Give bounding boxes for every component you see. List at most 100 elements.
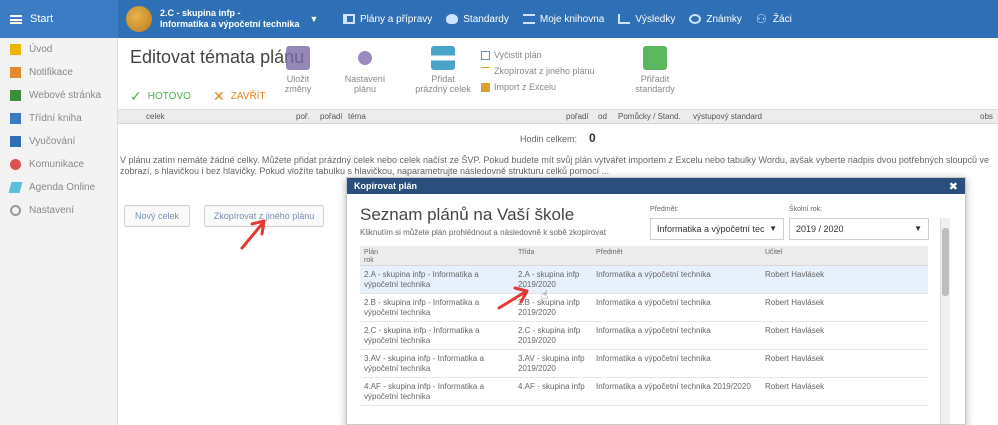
sidebar-item-website[interactable]: Webové stránka <box>0 84 117 107</box>
col-plan[interactable]: Plán rok <box>364 249 514 265</box>
sidebar-item-communication[interactable]: Komunikace <box>0 153 117 176</box>
plan-settings-button[interactable]: Nastavení plánu <box>340 46 390 94</box>
sidebar: Úvod Notifikace Webové stránka Třídní kn… <box>0 38 118 425</box>
assign-standards-button[interactable]: Přiřadit standardy <box>630 46 680 94</box>
close-button[interactable]: ✕ ZAVŘÍT <box>213 88 266 105</box>
col-order[interactable]: poř. <box>296 112 310 121</box>
table-row[interactable]: 3.AV - skupina infp - Informatika a výpo… <box>360 350 928 378</box>
row-plan: 2.B - skupina infp - Informatika a výpoč… <box>364 298 480 317</box>
clear-plan-button[interactable]: Vyčistit plán <box>481 50 542 60</box>
row-subject: Informatika a výpočetní technika <box>596 326 711 335</box>
sidebar-item-settings[interactable]: Nastavení <box>0 199 117 222</box>
settings-icon <box>353 46 377 70</box>
save-line-2: změny <box>284 84 312 94</box>
add-empty-unit-button[interactable]: Přidat prázdný celek <box>413 46 473 94</box>
clear-icon <box>481 50 490 60</box>
copy-icon <box>481 66 490 76</box>
top-navigation: Start 2.C - skupina infp - Informatika a… <box>0 0 998 38</box>
sidebar-item-label: Agenda Online <box>29 182 96 193</box>
nav-results[interactable]: Výsledky <box>618 14 675 25</box>
settings-line-1: Nastavení <box>344 74 386 84</box>
dialog-scrollbar[interactable] <box>940 218 950 424</box>
row-class: 4.AF - skupina infp <box>518 382 585 391</box>
dialog-title: Kopírovat plán <box>354 181 418 191</box>
sidebar-item-teaching[interactable]: Vyučování <box>0 130 117 153</box>
nav-standards[interactable]: Standardy <box>446 14 509 25</box>
col-subject[interactable]: Předmět <box>596 249 766 257</box>
notification-icon <box>10 67 21 78</box>
table-row[interactable]: 2.B - skupina infp - Informatika a výpoč… <box>360 294 928 322</box>
col-from[interactable]: od <box>598 112 607 121</box>
settings-line-2: plánu <box>353 84 377 94</box>
table-row[interactable]: 2.A - skupina infp - Informatika a výpoč… <box>360 266 928 294</box>
plan-table-header: celek poř. pořadí téma pořadí od Pomůcky… <box>118 110 998 124</box>
library-icon <box>522 14 535 24</box>
plan-icon <box>343 14 355 24</box>
plan-toolbar: Editovat témata plánu ✓ HOTOVO ✕ ZAVŘÍT Ul… <box>118 38 998 110</box>
done-button[interactable]: ✓ HOTOVO <box>130 88 191 105</box>
sidebar-item-home[interactable]: Úvod <box>0 38 117 61</box>
info-line-1: V plánu zatím nemáte žádné celky. Můžete… <box>120 155 989 165</box>
col-lesson[interactable]: pořadí <box>320 112 343 121</box>
chevron-down-icon: ▼ <box>914 224 922 233</box>
col-date[interactable]: pořadí <box>566 112 589 121</box>
sidebar-item-notifications[interactable]: Notifikace <box>0 61 117 84</box>
sidebar-item-label: Webové stránka <box>29 90 102 101</box>
year-value: 2019 / 2020 <box>796 224 844 234</box>
row-teacher: Robert Havlásek <box>765 270 825 279</box>
col-output[interactable]: výstupový standard <box>693 112 762 121</box>
nav-grades[interactable]: Známky <box>689 14 742 25</box>
save-changes-button[interactable]: Uložit změny <box>273 46 323 94</box>
col-class[interactable]: Třída <box>518 249 598 257</box>
star-icon <box>10 44 21 55</box>
nav-students[interactable]: ⚇ Žáci <box>756 13 792 25</box>
group-selector[interactable]: 2.C - skupina infp - Informatika a výpoč… <box>118 6 343 32</box>
row-subject: Informatika a výpočetní technika 2019/20… <box>596 382 751 391</box>
check-icon: ✓ <box>130 88 142 104</box>
col-teacher[interactable]: Učitel <box>765 249 915 257</box>
table-row[interactable]: 4.AF - skupina infp - Informatika a výpo… <box>360 378 928 406</box>
import-excel-label: Import z Excelu <box>494 82 557 92</box>
scrollbar-thumb[interactable] <box>942 228 949 296</box>
start-button[interactable]: Start <box>0 0 118 38</box>
close-icon[interactable]: ✖ <box>949 180 958 193</box>
col-content[interactable]: obs <box>980 112 993 121</box>
col-unit[interactable]: celek <box>146 112 165 121</box>
row-plan: 2.C - skupina infp - Informatika a výpoč… <box>364 326 480 345</box>
total-hours: Hodin celkem: 0 <box>520 131 596 145</box>
clear-label: Vyčistit plán <box>494 50 542 60</box>
import-excel-button[interactable]: Import z Excelu <box>481 82 556 92</box>
nav-plans[interactable]: Plány a přípravy <box>343 14 432 25</box>
sidebar-item-label: Úvod <box>29 44 53 55</box>
sidebar-item-classbook[interactable]: Třídní kniha <box>0 107 117 130</box>
row-teacher: Robert Havlásek <box>765 326 825 335</box>
sidebar-item-label: Nastavení <box>29 205 75 216</box>
people-icon <box>10 159 21 170</box>
row-class: 3.AV - skupina infp 2019/2020 <box>518 354 585 373</box>
standard-icon <box>446 14 459 24</box>
new-unit-button[interactable]: Nový celek <box>124 205 190 227</box>
sidebar-item-agenda[interactable]: Agenda Online <box>0 176 117 199</box>
col-topic[interactable]: téma <box>348 112 366 121</box>
close-label: ZAVŘÍT <box>230 91 266 102</box>
nav-library[interactable]: Moje knihovna <box>522 14 604 25</box>
info-line-2: zobrazí, s hlavičkou i bez hlavičky. Pok… <box>120 166 610 176</box>
row-teacher: Robert Havlásek <box>765 382 825 391</box>
copy-other-label: Zkopírovat z jiného plánu <box>494 66 595 76</box>
shield-check-icon <box>643 46 667 70</box>
table-row[interactable]: 2.C - skupina infp - Informatika a výpoč… <box>360 322 928 350</box>
menu-icon <box>10 14 22 24</box>
grades-icon <box>689 14 702 24</box>
group-line-1: 2.C - skupina infp - <box>160 8 241 18</box>
col-aids[interactable]: Pomůcky / Stand. <box>618 112 681 121</box>
group-line-2: Informatika a výpočetní technika <box>160 19 300 29</box>
row-teacher: Robert Havlásek <box>765 298 825 307</box>
sidebar-item-label: Notifikace <box>29 67 73 78</box>
save-icon <box>286 46 310 70</box>
year-select[interactable]: 2019 / 2020 ▼ <box>789 218 929 240</box>
plans-table-header: Plán rok Třída Předmět Učitel <box>360 246 928 266</box>
pen-icon <box>8 182 23 193</box>
excel-icon <box>481 82 490 92</box>
subject-select[interactable]: Informatika a výpočetní tec ▼ <box>650 218 784 240</box>
copy-from-other-plan-button[interactable]: Zkopírovat z jiného plánu <box>481 66 595 76</box>
